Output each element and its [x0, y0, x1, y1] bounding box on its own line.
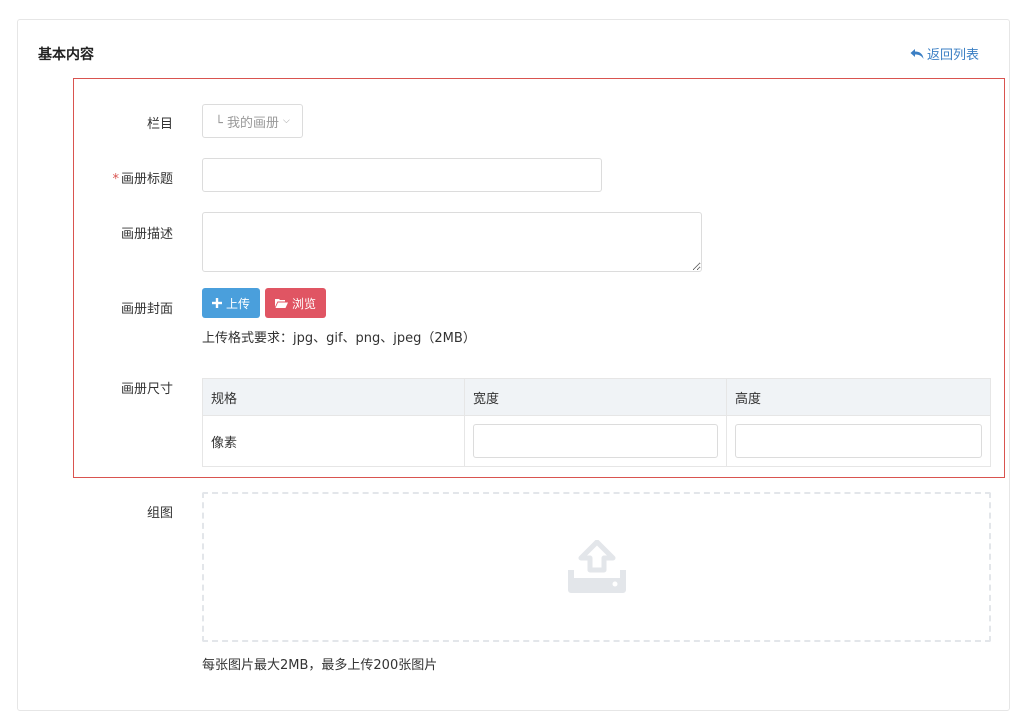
cover-format-hint: 上传格式要求：jpg、gif、png、jpeg（2MB）	[202, 331, 476, 346]
header-spec: 规格	[202, 378, 465, 416]
back-link-label: 返回列表	[926, 48, 979, 63]
width-input[interactable]	[473, 424, 718, 458]
upload-tray-icon	[567, 540, 626, 593]
category-select-value: └ 我的画册	[215, 115, 279, 131]
size-table: 规格 宽度 高度 像素	[202, 378, 991, 467]
basic-content-panel: 基本内容 返回列表 栏目 └ 我的画册 ⌵ * 画册标题 画册描述 画册封面 上传…	[17, 19, 1010, 711]
category-label: 栏目	[146, 117, 173, 132]
width-cell	[464, 415, 727, 467]
back-to-list-link[interactable]: 返回列表	[910, 44, 979, 63]
upload-button[interactable]: 上传	[202, 288, 261, 318]
height-cell	[726, 415, 991, 467]
header-height: 高度	[726, 378, 991, 416]
chevron-down-icon: ⌵	[282, 116, 290, 126]
height-input[interactable]	[735, 424, 982, 458]
album-title-input[interactable]	[202, 158, 602, 192]
browse-button-label: 浏览	[292, 296, 317, 311]
album-title-label: * 画册标题	[63, 168, 173, 187]
gallery-dropzone[interactable]	[202, 492, 991, 642]
table-row: 像素	[202, 415, 991, 467]
browse-button[interactable]: 浏览	[265, 288, 327, 318]
header-width: 宽度	[464, 378, 727, 416]
upload-button-label: 上传	[226, 296, 251, 311]
plus-icon	[212, 298, 222, 308]
folder-open-icon	[275, 299, 288, 308]
album-description-textarea[interactable]	[202, 212, 702, 272]
table-header-row: 规格 宽度 高度	[202, 378, 991, 416]
gallery-label: 组图	[146, 506, 173, 521]
album-size-label: 画册尺寸	[120, 382, 173, 397]
reply-arrow-icon	[910, 48, 924, 59]
gallery-hint: 每张图片最大2MB，最多上传200张图片	[202, 658, 438, 673]
album-description-label: 画册描述	[120, 227, 173, 242]
row-spec-cell: 像素	[202, 415, 465, 467]
required-mark: *	[112, 172, 119, 187]
panel-title: 基本内容	[38, 47, 94, 63]
album-title-label-text: 画册标题	[120, 172, 173, 187]
album-cover-label: 画册封面	[120, 302, 173, 317]
category-select[interactable]: └ 我的画册 ⌵	[202, 104, 303, 138]
